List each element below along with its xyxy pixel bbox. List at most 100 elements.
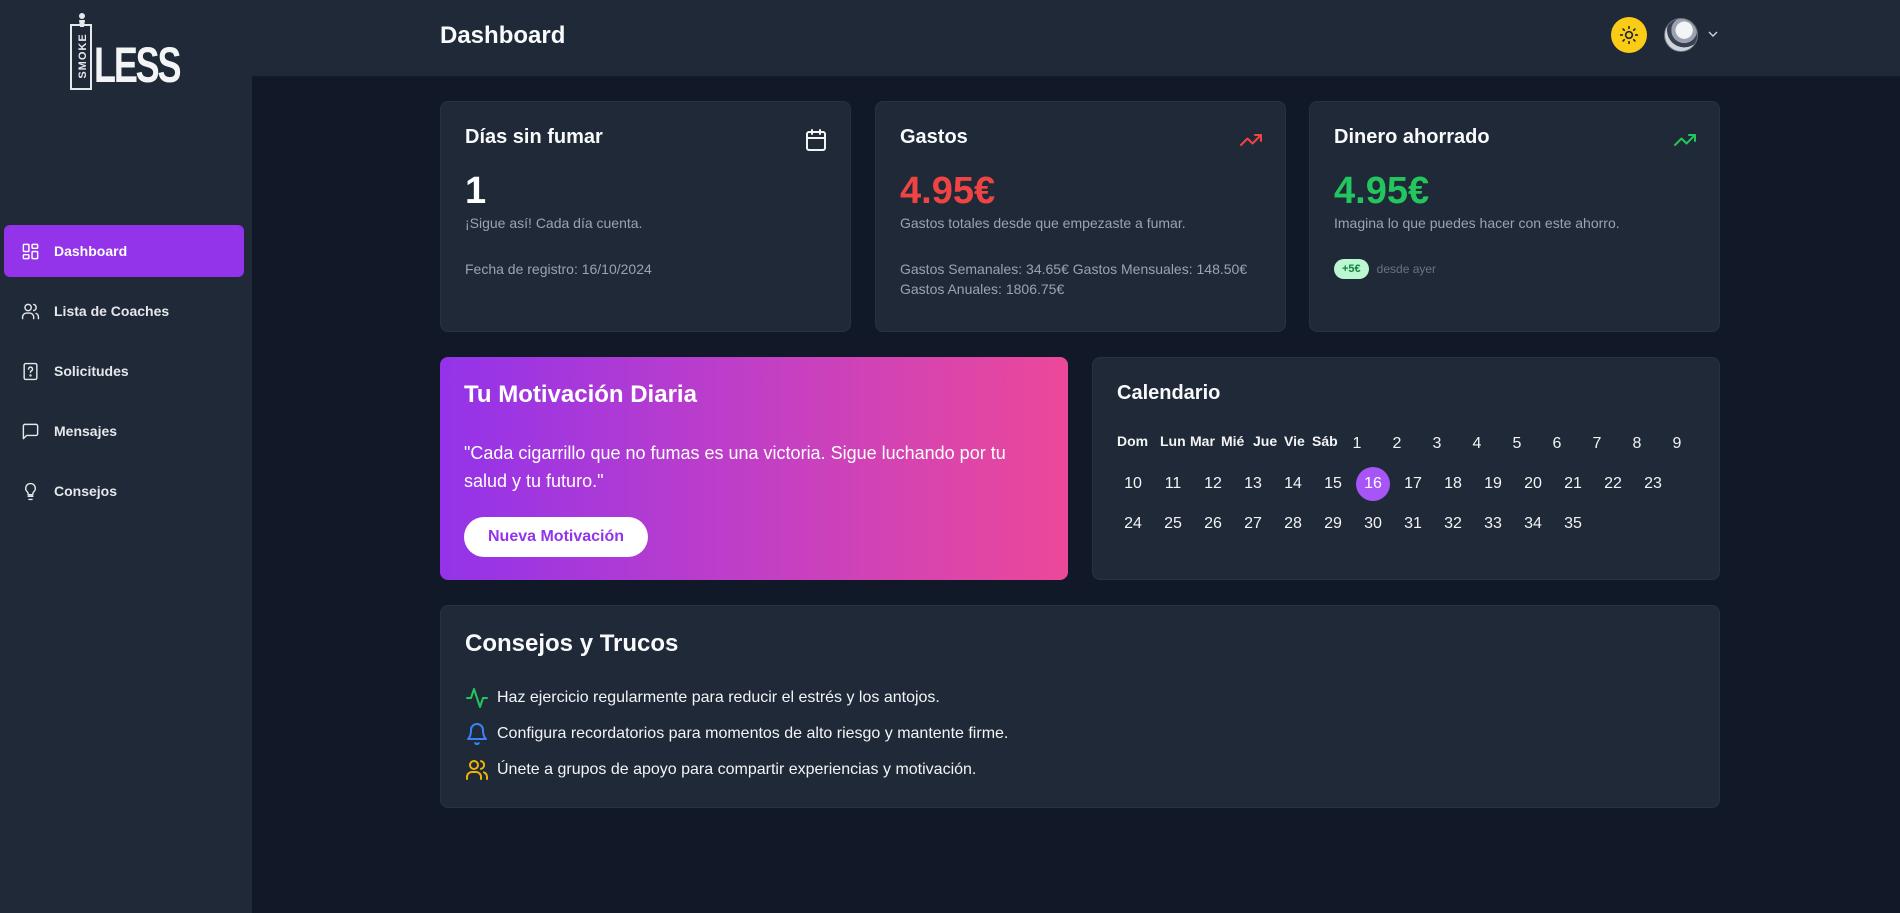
calendar-day[interactable]: 23 (1636, 467, 1670, 501)
users-icon (465, 758, 489, 782)
card-subtitle: Imagina lo que puedes hacer con este aho… (1334, 215, 1620, 231)
sidebar-item-dashboard[interactable]: Dashboard (4, 225, 244, 277)
calendar-day[interactable]: 22 (1596, 467, 1630, 501)
registration-date: Fecha de registro: 16/10/2024 (465, 261, 652, 277)
expenses-value: 4.95€ (900, 170, 996, 212)
card-subtitle: ¡Sigue así! Cada día cuenta. (465, 215, 643, 231)
calendar-day[interactable]: 18 (1436, 467, 1470, 501)
days-smoke-free-card: Días sin fumar 1 ¡Sigue así! Cada día cu… (440, 101, 851, 332)
theme-toggle-button[interactable] (1611, 17, 1647, 53)
change-badge: +5€ (1334, 259, 1369, 279)
calendar-weekday: Jue (1253, 433, 1278, 449)
calendar-day-today[interactable]: 16 (1356, 467, 1390, 501)
calendar-day[interactable]: 3 (1420, 427, 1454, 461)
calendar-day[interactable]: 27 (1236, 507, 1270, 541)
trending-up-icon (1239, 128, 1263, 152)
calendar-day[interactable]: 31 (1396, 507, 1430, 541)
calendar-day[interactable]: 19 (1476, 467, 1510, 501)
calendar-day[interactable]: 8 (1620, 427, 1654, 461)
dashboard-icon (20, 241, 40, 261)
calendar-day[interactable]: 9 (1660, 427, 1694, 461)
tip-text: Configura recordatorios para momentos de… (497, 725, 1009, 742)
calendar-day[interactable]: 10 (1116, 467, 1150, 501)
calendar-day[interactable]: 24 (1116, 507, 1150, 541)
expenses-card: Gastos 4.95€ Gastos totales desde que em… (875, 101, 1286, 332)
calendar-day[interactable]: 33 (1476, 507, 1510, 541)
calendar-title: Calendario (1117, 382, 1221, 404)
calendar-day[interactable]: 20 (1516, 467, 1550, 501)
calendar-weekday: Lun (1160, 433, 1186, 449)
calendar-day[interactable]: 35 (1556, 507, 1590, 541)
calendar-day[interactable]: 1 (1340, 427, 1374, 461)
calendar-day[interactable]: 15 (1316, 467, 1350, 501)
motivation-quote: "Cada cigarrillo que no fumas es una vic… (464, 443, 1006, 491)
calendar-day[interactable]: 30 (1356, 507, 1390, 541)
chevron-down-icon[interactable] (1705, 26, 1721, 42)
calendar-day[interactable]: 11 (1156, 467, 1190, 501)
tip-item: Configura recordatorios para momentos de… (465, 716, 1695, 752)
card-title: Días sin fumar (465, 126, 603, 148)
calendar-day[interactable]: 28 (1276, 507, 1310, 541)
calendar-day[interactable]: 14 (1276, 467, 1310, 501)
sidebar-item-label: Solicitudes (54, 363, 129, 379)
calendar-day[interactable]: 2 (1380, 427, 1414, 461)
calendar-day[interactable]: 12 (1196, 467, 1230, 501)
calendar-icon (804, 128, 828, 152)
sidebar-item-label: Lista de Coaches (54, 303, 170, 319)
tip-item: Únete a grupos de apoyo para compartir e… (465, 752, 1695, 788)
tips-card: Consejos y Trucos Haz ejercicio regularm… (440, 605, 1720, 808)
new-motivation-button[interactable]: Nueva Motivación (464, 517, 649, 557)
calendar-day[interactable]: 32 (1436, 507, 1470, 541)
sidebar-item-requests[interactable]: Solicitudes (4, 345, 244, 397)
calendar-day[interactable]: 29 (1316, 507, 1350, 541)
expenses-breakdown-line: Gastos Semanales: 34.65€ Gastos Mensuale… (900, 261, 1248, 277)
calendar-day[interactable]: 34 (1516, 507, 1550, 541)
calendar-weekday: Dom (1117, 433, 1149, 449)
saved-change-row: +5€ desde ayer (1334, 259, 1695, 279)
users-icon (20, 301, 40, 321)
calendar-day[interactable]: 6 (1540, 427, 1574, 461)
sun-icon (1619, 25, 1639, 45)
tip-item: Haz ejercicio regularmente para reducir … (465, 680, 1695, 716)
tips-list: Haz ejercicio regularmente para reducir … (465, 680, 1695, 788)
tips-title: Consejos y Trucos (465, 630, 679, 657)
calendar-day[interactable]: 4 (1460, 427, 1494, 461)
sidebar-item-label: Consejos (54, 483, 118, 499)
app-logo[interactable]: SMOKE LESS (70, 12, 182, 93)
calendar-day[interactable]: 21 (1556, 467, 1590, 501)
card-title: Gastos (900, 126, 968, 148)
expenses-breakdown: Gastos Semanales: 34.65€ Gastos Mensuale… (900, 259, 1261, 299)
sidebar-item-label: Mensajes (54, 423, 118, 439)
sidebar-item-coaches[interactable]: Lista de Coaches (4, 285, 244, 337)
tip-text: Únete a grupos de apoyo para compartir e… (497, 761, 977, 778)
calendar-day[interactable]: 26 (1196, 507, 1230, 541)
calendar-weekday: Sáb (1312, 433, 1338, 449)
question-file-icon (20, 361, 40, 381)
calendar-day[interactable]: 25 (1156, 507, 1190, 541)
motivation-title: Tu Motivación Diaria (464, 381, 697, 408)
lightbulb-icon (20, 481, 40, 501)
message-icon (20, 421, 40, 441)
card-subtitle: Gastos totales desde que empezaste a fum… (900, 215, 1186, 231)
calendar-day[interactable]: 13 (1236, 467, 1270, 501)
days-value: 1 (465, 170, 487, 212)
page-title: Dashboard (440, 22, 566, 49)
card-title: Dinero ahorrado (1334, 126, 1490, 148)
calendar-weekday: Vie (1284, 433, 1305, 449)
sidebar-item-messages[interactable]: Mensajes (4, 405, 244, 457)
trending-up-icon (1673, 128, 1697, 152)
logo-word: LESS (94, 37, 182, 93)
daily-motivation-card: Tu Motivación Diaria "Cada cigarrillo qu… (440, 357, 1068, 580)
user-avatar[interactable] (1664, 18, 1698, 52)
top-header: Dashboard (252, 0, 1900, 77)
tip-text: Haz ejercicio regularmente para reducir … (497, 689, 940, 706)
calendar-weekday: Mié (1221, 433, 1245, 449)
calendar-day[interactable]: 7 (1580, 427, 1614, 461)
calendar-card: Calendario Dom Lun Mar Mié Jue Vie Sáb 1 2 3 4 5 6 7 8… (1092, 357, 1720, 580)
sidebar-item-label: Dashboard (54, 243, 128, 259)
logo-side-text: SMOKE (77, 33, 89, 79)
calendar-day[interactable]: 17 (1396, 467, 1430, 501)
sidebar-item-tips[interactable]: Consejos (4, 465, 244, 517)
calendar-day[interactable]: 5 (1500, 427, 1534, 461)
calendar-weekday: Mar (1190, 433, 1215, 449)
